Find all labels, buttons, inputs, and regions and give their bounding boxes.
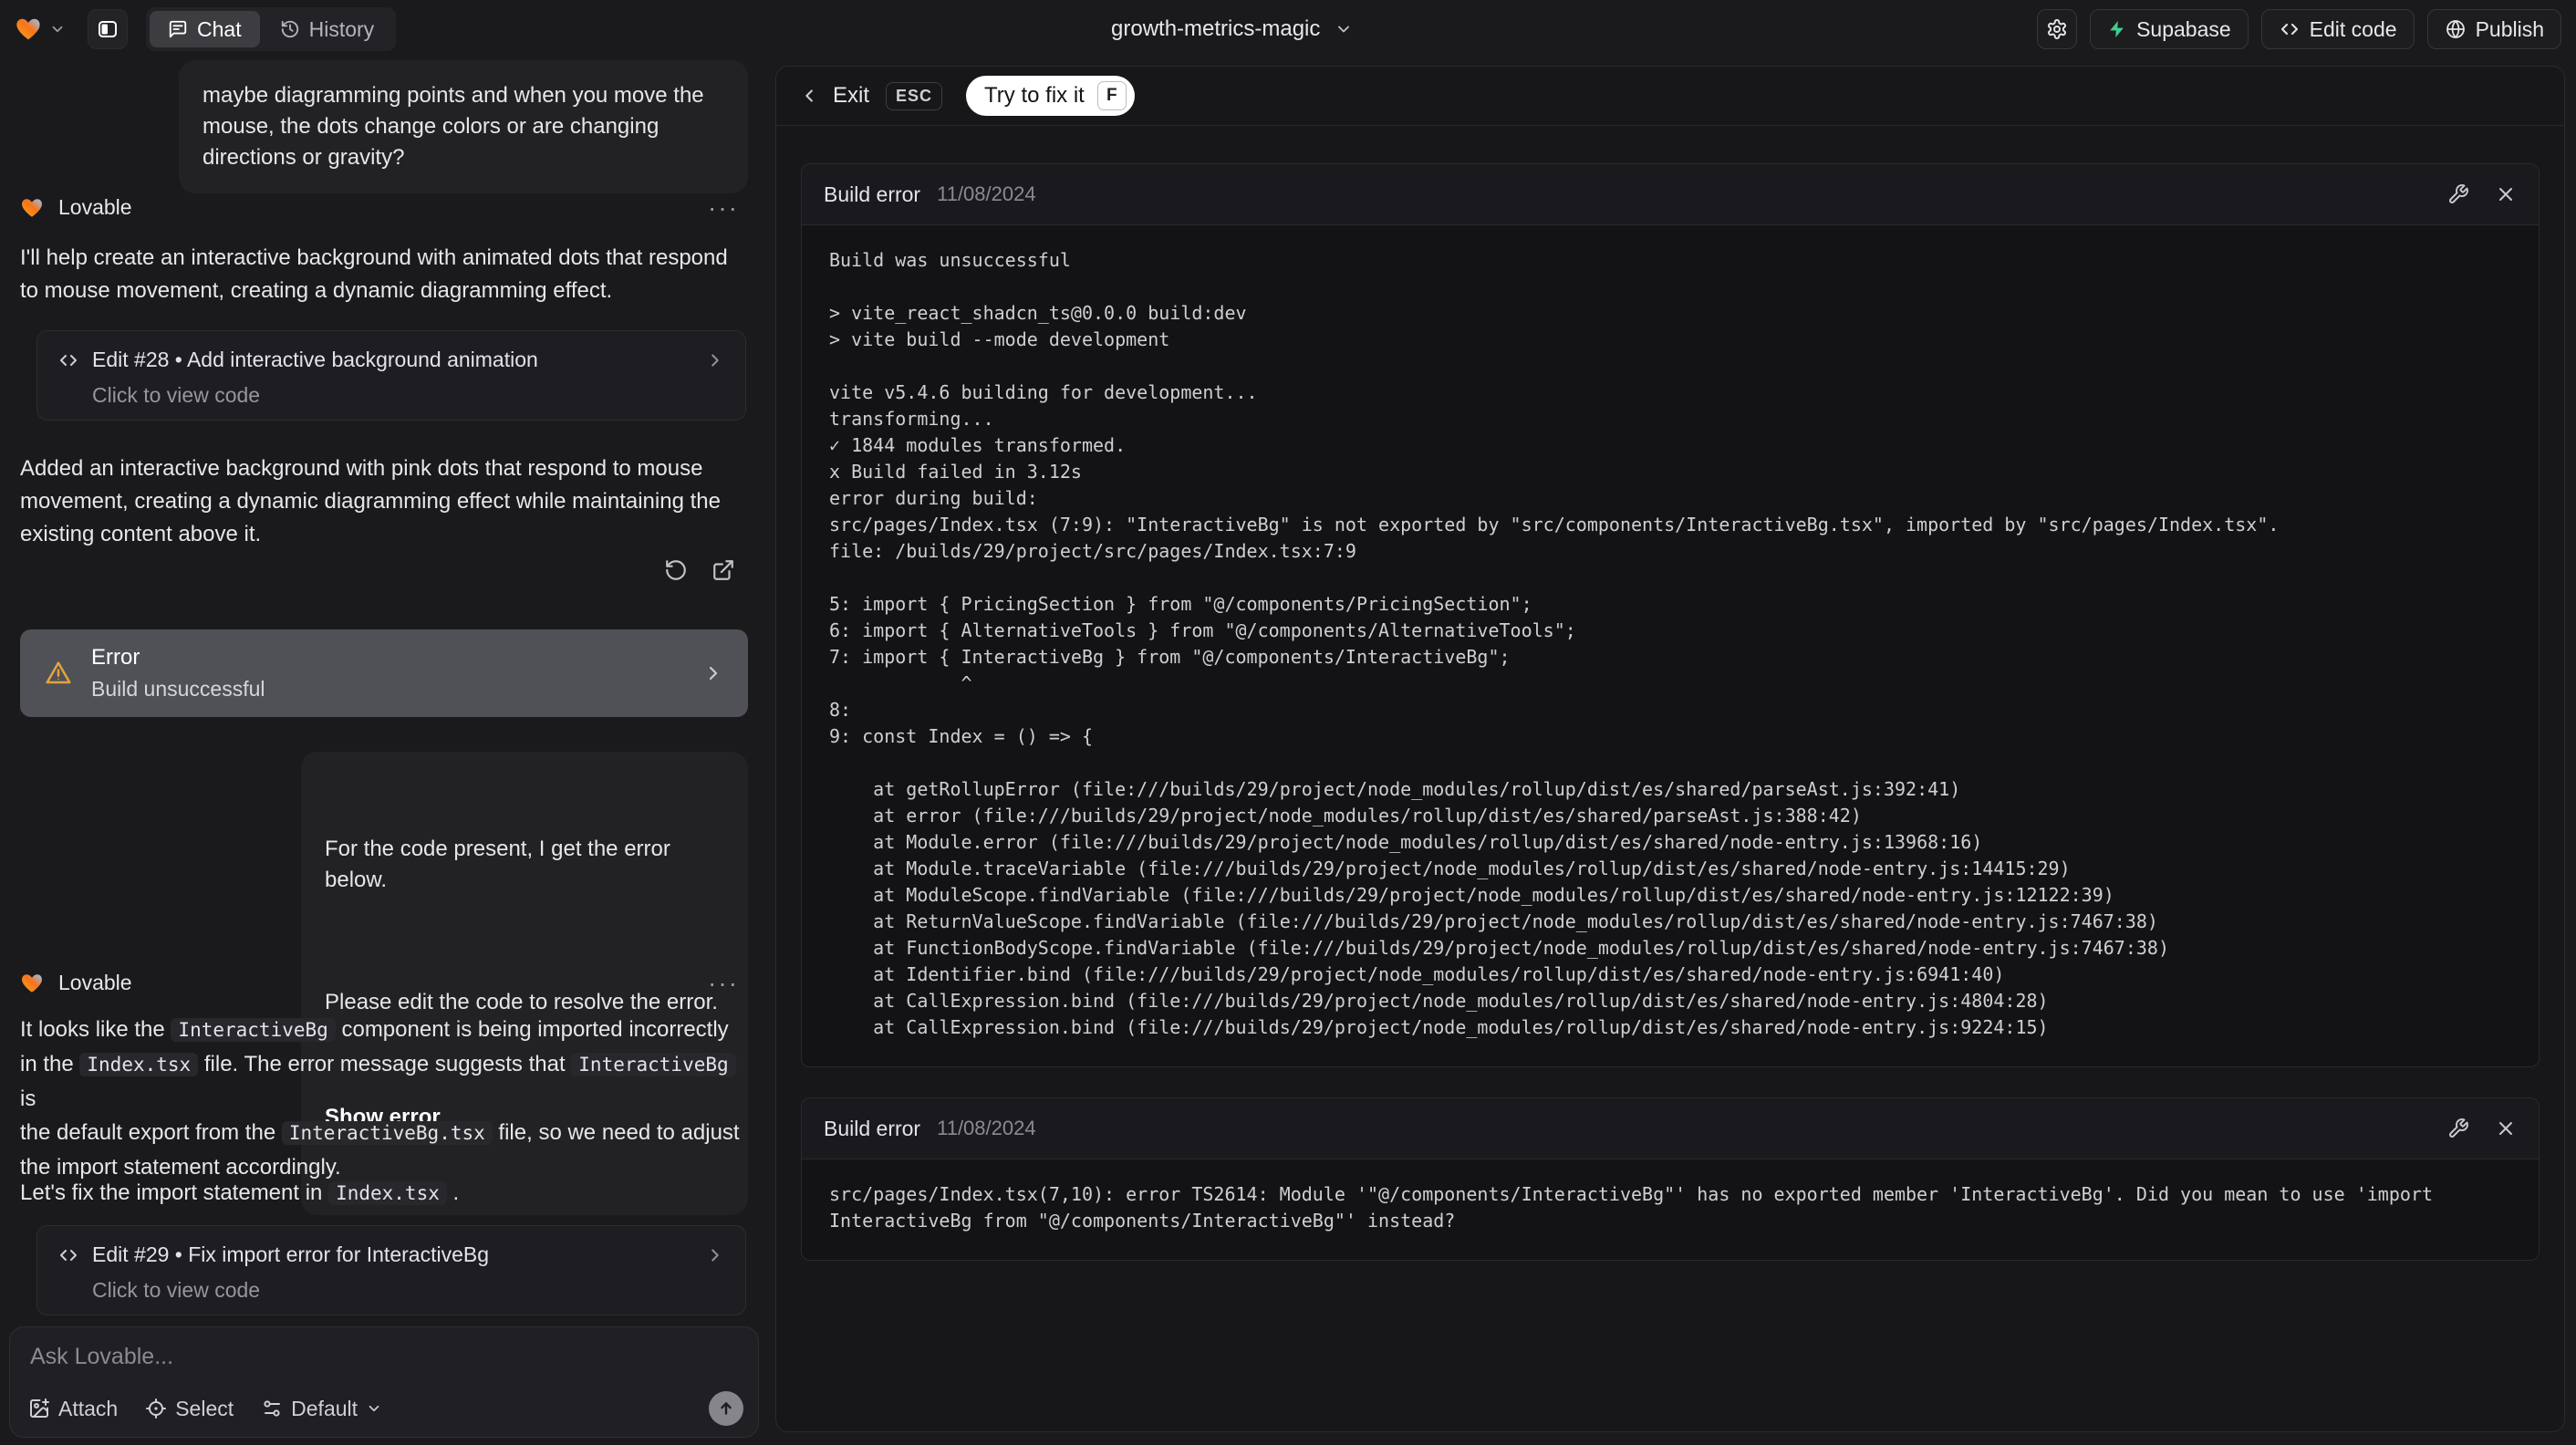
gear-icon — [2046, 18, 2068, 40]
fix-wrench-button[interactable] — [2447, 1118, 2469, 1139]
select-button[interactable]: Select — [145, 1397, 234, 1421]
lovable-logo-icon — [15, 16, 42, 43]
build-error-date: 11/08/2024 — [937, 1117, 1036, 1139]
try-to-fix-button[interactable]: Try to fix it F — [966, 76, 1135, 116]
build-error-log-card: Build error 11/08/2024 src/pages/Index.t… — [801, 1097, 2540, 1261]
code-icon — [57, 349, 79, 371]
edit-card-title: Edit #28 • Add interactive background an… — [92, 348, 538, 371]
top-bar: Chat History growth-metrics-magic Supaba… — [0, 0, 2576, 58]
error-panel: Exit ESC Try to fix it F Build error 11/… — [775, 66, 2565, 1432]
restore-button[interactable] — [664, 558, 688, 582]
try-to-fix-label: Try to fix it — [984, 83, 1085, 108]
tab-history[interactable]: History — [262, 11, 393, 47]
build-error-log: Build was unsuccessful > vite_react_shad… — [829, 249, 2280, 1038]
build-error-date: 11/08/2024 — [937, 182, 1036, 205]
chat-panel: maybe diagramming points and when you mo… — [0, 58, 763, 1445]
tab-chat[interactable]: Chat — [150, 11, 260, 47]
globe-icon — [2445, 18, 2467, 40]
close-icon[interactable] — [2495, 183, 2517, 205]
lovable-menu[interactable] — [15, 16, 66, 43]
topbar-actions: Supabase Edit code Publish — [2037, 9, 2561, 49]
attach-button[interactable]: Attach — [28, 1397, 118, 1421]
edit-card-29[interactable]: Edit #29 • Fix import error for Interact… — [36, 1225, 746, 1315]
assistant-message-4: Let's fix the import statement in Index.… — [20, 1180, 460, 1205]
edit-card-subtitle: Click to view code — [92, 1278, 261, 1302]
chevron-right-icon — [705, 1245, 725, 1265]
open-preview-button[interactable] — [712, 558, 735, 582]
edit-code-button[interactable]: Edit code — [2260, 9, 2415, 49]
error-card-title: Error — [91, 645, 140, 670]
more-options-button[interactable]: ··· — [708, 194, 739, 220]
sliders-icon — [261, 1398, 283, 1419]
crosshair-icon — [145, 1398, 167, 1419]
user-message-2-line1: For the code present, I get the error be… — [325, 837, 670, 892]
lovable-avatar — [20, 196, 44, 220]
assistant-name: Lovable — [58, 195, 132, 219]
build-error-card[interactable]: Error Build unsuccessful — [20, 629, 748, 717]
publish-button[interactable]: Publish — [2426, 9, 2561, 49]
code-icon — [2279, 18, 2301, 40]
publish-label: Publish — [2475, 16, 2544, 41]
edit-code-label: Edit code — [2309, 16, 2397, 41]
lovable-app: Chat History growth-metrics-magic Supaba… — [0, 0, 2576, 1445]
ask-lovable-input[interactable]: Ask Lovable... — [30, 1344, 738, 1370]
arrow-up-icon — [716, 1398, 736, 1419]
tab-history-label: History — [308, 16, 375, 41]
image-plus-icon — [28, 1398, 50, 1419]
history-icon — [280, 19, 300, 39]
more-options-button[interactable]: ··· — [708, 970, 739, 995]
build-error-log-card: Build error 11/08/2024 Build was unsucce… — [801, 163, 2540, 1067]
build-error-title: Build error — [824, 182, 921, 206]
chat-bubble-icon — [168, 19, 188, 39]
project-title: growth-metrics-magic — [1111, 16, 1321, 41]
supabase-icon — [2107, 19, 2127, 39]
build-error-log: src/pages/Index.tsx(7,10): error TS2614:… — [829, 1183, 2433, 1232]
edit-card-28[interactable]: Edit #28 • Add interactive background an… — [36, 330, 746, 421]
edit-card-title: Edit #29 • Fix import error for Interact… — [92, 1242, 489, 1266]
model-selector[interactable]: Default — [261, 1397, 382, 1421]
error-card-subtitle: Build unsuccessful — [91, 677, 265, 701]
assistant-header: Lovable ··· — [20, 194, 739, 220]
code-icon — [57, 1244, 79, 1266]
fix-wrench-button[interactable] — [2447, 183, 2469, 205]
chat-composer: Ask Lovable... Attach Select Default — [9, 1326, 759, 1438]
user-message-1: maybe diagramming points and when you mo… — [179, 60, 748, 193]
lovable-avatar — [20, 972, 44, 995]
f-key-badge: F — [1096, 81, 1127, 110]
supabase-label: Supabase — [2136, 16, 2231, 41]
message-actions — [664, 558, 735, 582]
close-icon[interactable] — [2495, 1118, 2517, 1139]
assistant-message-3: It looks like the InteractiveBg componen… — [20, 1017, 740, 1180]
build-error-title: Build error — [824, 1116, 921, 1140]
chevron-down-icon — [1335, 20, 1353, 38]
warning-icon — [44, 659, 73, 688]
view-switcher: Chat History — [146, 7, 397, 51]
tab-chat-label: Chat — [197, 16, 242, 41]
edit-card-subtitle: Click to view code — [92, 383, 261, 407]
esc-key-badge: ESC — [886, 81, 943, 110]
chevron-left-icon — [800, 86, 820, 106]
project-switcher[interactable]: growth-metrics-magic — [1111, 0, 1353, 58]
assistant-header: Lovable ··· — [20, 970, 739, 995]
send-button[interactable] — [709, 1391, 743, 1426]
assistant-name: Lovable — [58, 971, 132, 994]
sidebar-toggle-icon — [97, 18, 119, 40]
assistant-message-2: Added an interactive background with pin… — [20, 456, 721, 546]
chevron-down-icon — [49, 21, 66, 37]
chevron-right-icon — [702, 662, 724, 684]
supabase-button[interactable]: Supabase — [2090, 9, 2249, 49]
error-panel-header: Exit ESC Try to fix it F — [776, 67, 2564, 126]
assistant-message-1: I'll help create an interactive backgrou… — [20, 245, 728, 303]
exit-label: Exit — [833, 83, 870, 108]
sidebar-toggle-button[interactable] — [88, 9, 128, 49]
exit-button[interactable]: Exit — [800, 83, 869, 109]
settings-button[interactable] — [2037, 9, 2078, 49]
chevron-right-icon — [705, 350, 725, 370]
chevron-down-icon — [366, 1400, 382, 1417]
